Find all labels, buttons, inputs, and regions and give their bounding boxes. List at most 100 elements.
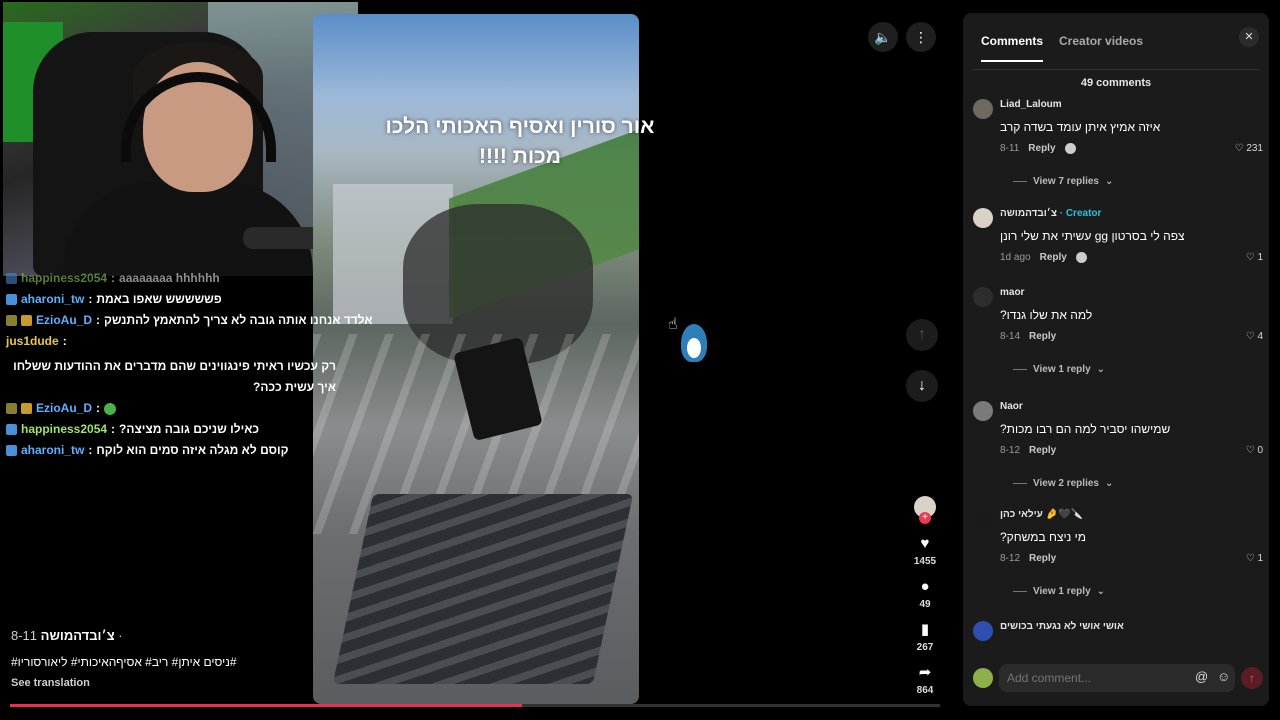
post-author[interactable]: צ׳ובדהמושה 8-11 · [11,628,123,643]
reply-button[interactable]: Reply [1040,252,1067,263]
chevron-down-icon: ⌄ [1104,176,1114,187]
chat-username[interactable]: happiness2054 [21,268,107,289]
reply-button[interactable]: Reply [1029,445,1056,456]
volume-button[interactable]: 🔈 [868,22,898,52]
app-stage: אור סורין ואסיף האכותי הלכו מכות !!!! ha… [0,0,1280,720]
comments-panel: Comments Creator videos ✕ 49 comments Li… [963,13,1269,706]
commenter-name[interactable]: maor [1000,287,1024,298]
comment-count: 49 [919,599,931,610]
comment-text: צפה לי בסרטון gg עשיתי את שלי רונן [1000,229,1185,243]
chat-username[interactable]: EzioAu_D [36,310,92,331]
heart-outline-icon: ♡ [1245,553,1255,564]
sub-badge-icon [6,445,17,456]
commenter-avatar[interactable] [973,99,993,119]
streamer-webcam [3,2,358,276]
comment-date: 8-12 [1000,445,1021,456]
heart-icon: ♥ [920,535,930,552]
reply-button[interactable]: Reply [1029,553,1056,564]
sub-badge-icon [21,315,32,326]
commenter-avatar[interactable] [973,208,993,228]
sub-badge-icon [6,294,17,305]
comment-date: 8-11 [1000,143,1020,154]
chat-message: jus1dude: רק עכשיו ראיתי פינגווינים שהם מ… [6,331,336,398]
more-vertical-icon: ⋮ [914,28,928,45]
chevron-down-icon: ⌄ [1104,478,1114,489]
comment-like-button[interactable]: ♡ 0 [1246,445,1263,456]
mod-badge-icon [6,315,17,326]
follow-plus-icon[interactable]: + [919,512,931,524]
commenter-name[interactable]: צ׳ובדהמושה · Creator [1000,208,1101,219]
chevron-down-icon: ⌄ [1096,364,1106,375]
sub-badge-icon [6,273,17,284]
creator-label: · Creator [1059,208,1102,219]
view-replies-button[interactable]: View 2 replies ⌄ [1013,478,1113,489]
comment-like-button[interactable]: ♡ 4 [1246,331,1263,342]
chat-message-text: פששששש שאפו באמת [96,292,222,306]
commenter-name[interactable]: Liad_Laloum [1000,99,1062,110]
tab-comments[interactable]: Comments [981,34,1044,62]
chat-username[interactable]: happiness2054 [21,419,107,440]
view-replies-button[interactable]: View 1 reply ⌄ [1013,586,1105,597]
video-caption: אור סורין ואסיף האכותי הלכו מכות !!!! [385,115,655,168]
close-icon: ✕ [1244,31,1254,43]
commenter-avatar[interactable] [973,509,993,529]
chat-colon: : [111,422,116,436]
comment-date: 8-12 [1000,553,1021,564]
save-count: 267 [916,642,934,653]
chat-message: EzioAu_D: [6,398,351,419]
heart-outline-icon: ♡ [1245,331,1255,342]
commenter-name[interactable]: Naor [1000,401,1023,412]
save-action[interactable]: ▮ 267 [916,621,934,654]
share-action[interactable]: ➦ 864 [916,664,934,697]
add-comment-bar: @ ☺ ↑ [973,663,1263,693]
chat-colon: : [96,401,101,415]
view-replies-button[interactable]: View 1 reply ⌄ [1013,364,1105,375]
view-replies-button[interactable]: View 7 replies ⌄ [1013,176,1113,187]
comment-meta: 8-14 Reply [1000,331,1056,342]
chat-message-text: קוסם לא מגלה איזה סמים הוא לוקח [96,443,289,457]
share-arrow-icon: ➦ [918,664,932,681]
post-hashtags[interactable]: #ניסים איתן# ריב# אסיףהאיכותי# ליאורסורי… [11,655,237,669]
chat-message: happiness2054: aaaaaaaa hhhhhh [6,268,351,289]
like-action[interactable]: ♥ 1455 [914,535,936,568]
send-arrow-icon: ↑ [1249,671,1255,685]
chat-message-text: רק עכשיו ראיתי פינגווינים שהם מדברים את … [13,359,336,394]
comment-like-button[interactable]: ♡ 1 [1246,553,1263,564]
next-video-button[interactable]: ↓ [906,370,938,402]
emoji-icon[interactable]: ☺ [1217,669,1230,684]
tab-creator-videos[interactable]: Creator videos [1059,34,1143,62]
bookmark-icon: ▮ [920,621,930,638]
see-translation-link[interactable]: See translation [11,677,90,689]
chat-username[interactable]: jus1dude [6,331,59,352]
creator-avatar[interactable]: + [914,496,936,524]
close-panel-button[interactable]: ✕ [1239,27,1259,47]
chat-colon: : [96,313,101,327]
arrow-down-icon: ↓ [918,377,926,394]
mention-icon[interactable]: @ [1195,669,1208,684]
more-options-button[interactable]: ⋮ [906,22,936,52]
commenter-avatar[interactable] [973,621,993,641]
previous-video-button[interactable]: ↑ [906,319,938,351]
heart-outline-icon: ♡ [1245,252,1255,263]
comment-like-button[interactable]: ♡ 231 [1235,143,1263,154]
share-count: 864 [916,685,934,696]
send-button[interactable]: ↑ [1241,667,1263,689]
chat-message: aharoni_tw: פששששש שאפו באמת [6,289,351,310]
commenter-avatar[interactable] [973,401,993,421]
chevron-down-icon: ⌄ [1096,586,1106,597]
reply-button[interactable]: Reply [1028,143,1055,154]
reply-button[interactable]: Reply [1029,331,1056,342]
creator-liked-icon [1064,143,1076,154]
commenter-name[interactable]: עילאי כהן 🤌🖤🔪 [1000,509,1083,520]
comment-meta: 8-12 Reply [1000,553,1056,564]
comment-bubble-icon: ● [920,578,930,595]
chat-username[interactable]: EzioAu_D [36,398,92,419]
comment-action[interactable]: ● 49 [919,578,931,611]
chat-username[interactable]: aharoni_tw [21,440,84,461]
arrow-up-icon: ↑ [918,326,926,343]
video-progress-bar[interactable] [10,704,940,707]
commenter-avatar[interactable] [973,287,993,307]
chat-username[interactable]: aharoni_tw [21,289,84,310]
chat-message-text: aaaaaaaa hhhhhh [119,271,220,285]
comment-like-button[interactable]: ♡ 1 [1246,252,1263,263]
